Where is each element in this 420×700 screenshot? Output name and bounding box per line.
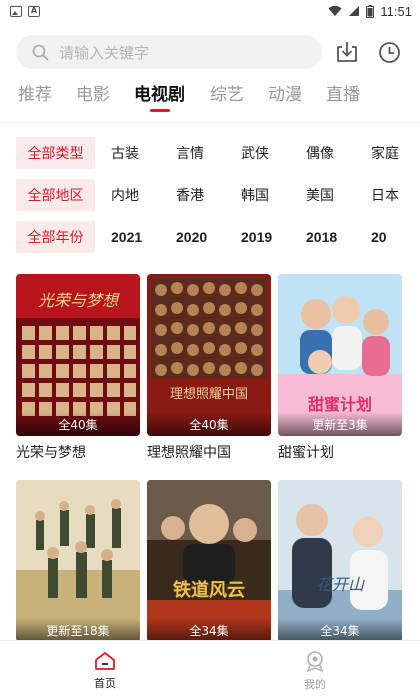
filter-option[interactable]: 2020 xyxy=(160,229,225,245)
filter-option[interactable]: 武侠 xyxy=(225,143,290,163)
poster-title-text: 花开山 xyxy=(316,575,365,594)
poster-image: 更新至18集 xyxy=(16,480,140,642)
filter-year-all[interactable]: 全部年份 xyxy=(16,221,95,253)
video-title: 光荣与梦想 xyxy=(16,445,86,461)
history-button[interactable] xyxy=(371,32,408,72)
poster-image: 花开山 全34集 xyxy=(278,480,402,642)
poster-title-text: 理想照耀中国 xyxy=(170,386,248,402)
search-placeholder: 请输入关键字 xyxy=(59,43,150,62)
episode-badge: 全34集 xyxy=(278,618,402,642)
filter-option[interactable]: 2019 xyxy=(225,229,290,245)
episode-badge: 全40集 xyxy=(16,412,140,436)
home-icon xyxy=(95,651,115,670)
video-grid: 光荣与梦想 全40集 光荣与梦想 理想照耀中国 全40集 理想照耀中国 甜蜜计划… xyxy=(16,274,402,668)
poster-image: 甜蜜计划 更新至3集 xyxy=(278,274,402,436)
category-tabs: 推荐 电影 电视剧 综艺 动漫 直播 xyxy=(0,74,420,114)
filter-option[interactable]: 日本 xyxy=(355,185,420,205)
app-screen: A 11:51 请输入关键字 推荐 电影 电视剧 综艺 动漫 直播 全部类型 古… xyxy=(0,0,420,700)
filter-option[interactable]: 2018 xyxy=(290,229,355,245)
filter-option[interactable]: 韩国 xyxy=(225,185,290,205)
tab-movies[interactable]: 电影 xyxy=(76,80,134,114)
video-card[interactable]: 理想照耀中国 全40集 理想照耀中国 xyxy=(147,274,271,462)
poster-image: 光荣与梦想 全40集 xyxy=(16,274,140,436)
profile-icon xyxy=(306,650,324,672)
tab-live[interactable]: 直播 xyxy=(326,80,384,114)
nav-profile[interactable]: 我的 xyxy=(210,641,420,700)
download-button[interactable] xyxy=(328,32,365,72)
poster-title-text: 光荣与梦想 xyxy=(38,291,120,310)
episode-badge: 更新至3集 xyxy=(278,412,402,436)
download-icon xyxy=(336,42,357,62)
filter-option[interactable]: 20 xyxy=(355,229,420,245)
filter-type-all[interactable]: 全部类型 xyxy=(16,137,95,169)
tab-anime[interactable]: 动漫 xyxy=(268,80,326,114)
video-card[interactable]: 光荣与梦想 全40集 光荣与梦想 xyxy=(16,274,140,462)
nav-profile-label: 我的 xyxy=(304,677,326,691)
status-time: 11:51 xyxy=(380,3,412,19)
clock-icon xyxy=(379,41,400,63)
poster-image: 理想照耀中国 全40集 xyxy=(147,274,271,436)
bottom-nav: 首页 我的 xyxy=(0,640,420,700)
filter-option[interactable]: 家庭 xyxy=(355,143,420,163)
filter-option[interactable]: 内地 xyxy=(95,185,160,205)
filter-panel: 全部类型 古装 言情 武侠 偶像 家庭 全部地区 内地 香港 韩国 美国 日本 … xyxy=(0,123,420,253)
filter-row-type: 全部类型 古装 言情 武侠 偶像 家庭 xyxy=(0,137,420,169)
signal-icon xyxy=(349,6,360,16)
tab-recommend[interactable]: 推荐 xyxy=(18,80,76,114)
filter-option[interactable]: 偶像 xyxy=(290,143,355,163)
nav-home-label: 首页 xyxy=(94,676,116,690)
poster-image: 铁道风云 全34集 xyxy=(147,480,271,642)
search-icon xyxy=(32,44,49,60)
filter-row-region: 全部地区 内地 香港 韩国 美国 日本 xyxy=(0,179,420,211)
video-title: 理想照耀中国 xyxy=(147,445,231,461)
app-notification-icon: A xyxy=(28,5,40,17)
wifi-icon xyxy=(328,5,342,16)
filter-option[interactable]: 香港 xyxy=(160,185,225,205)
filter-option[interactable]: 美国 xyxy=(290,185,355,205)
filter-region-all[interactable]: 全部地区 xyxy=(16,179,95,211)
episode-badge: 更新至18集 xyxy=(16,618,140,642)
tab-tv-series[interactable]: 电视剧 xyxy=(134,80,210,114)
filter-option[interactable]: 2021 xyxy=(95,229,160,245)
filter-row-year: 全部年份 2021 2020 2019 2018 20 xyxy=(0,221,420,253)
search-row: 请输入关键字 xyxy=(0,22,420,74)
status-bar: A 11:51 xyxy=(0,0,420,22)
filter-option[interactable]: 古装 xyxy=(95,143,160,163)
episode-badge: 全34集 xyxy=(147,618,271,642)
episode-badge: 全40集 xyxy=(147,412,271,436)
video-card[interactable]: 甜蜜计划 更新至3集 甜蜜计划 xyxy=(278,274,402,462)
poster-title-text: 铁道风云 xyxy=(173,579,245,601)
nav-home[interactable]: 首页 xyxy=(0,641,210,700)
tab-variety[interactable]: 综艺 xyxy=(210,80,268,114)
filter-option[interactable]: 言情 xyxy=(160,143,225,163)
gallery-notification-icon xyxy=(10,5,22,17)
battery-icon xyxy=(366,4,375,18)
search-input[interactable]: 请输入关键字 xyxy=(16,35,322,69)
video-title: 甜蜜计划 xyxy=(278,445,334,461)
